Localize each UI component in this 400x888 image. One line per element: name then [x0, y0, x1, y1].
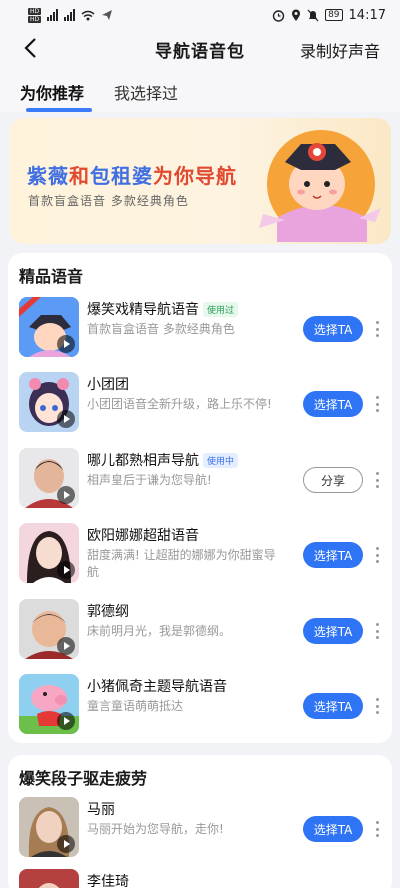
- voice-description: 童言童语萌萌抵达: [87, 699, 184, 713]
- voice-thumbnail: [19, 674, 79, 734]
- list-item[interactable]: 小团团 小团团语音全新升级，路上乐不停! 选择TA: [19, 372, 381, 434]
- select-button[interactable]: 选择TA: [303, 693, 363, 719]
- voice-thumbnail: [19, 869, 79, 888]
- page-title: 导航语音包: [155, 41, 245, 62]
- voice-title: 小猪佩奇主题导航语音: [87, 679, 227, 695]
- voice-title: 欧阳娜娜超甜语音: [87, 528, 199, 544]
- voice-description: 床前明月光，我是郭德纲。: [87, 624, 232, 638]
- voice-description: 相声皇后于谦为您导航!: [87, 473, 212, 487]
- list-item[interactable]: 哪儿都熟相声导航 使用中 相声皇后于谦为您导航! 分享: [19, 448, 381, 510]
- voice-description: 小团团语音全新升级，路上乐不停!: [87, 397, 272, 411]
- status-badge: 使用过: [203, 301, 239, 317]
- more-options-icon[interactable]: [373, 319, 381, 339]
- select-button[interactable]: 选择TA: [303, 316, 363, 342]
- location-icon: [292, 9, 301, 21]
- share-button[interactable]: 分享: [303, 467, 363, 493]
- list-item[interactable]: 李佳琦: [19, 869, 381, 888]
- select-button[interactable]: 选择TA: [303, 391, 363, 417]
- signal-icon-2: [64, 9, 76, 21]
- voice-thumbnail: [19, 523, 79, 583]
- clock: 14:17: [348, 7, 386, 23]
- mute-bell-icon: [307, 9, 319, 21]
- play-icon[interactable]: [57, 637, 75, 655]
- select-button[interactable]: 选择TA: [303, 618, 363, 644]
- voice-title: 爆笑戏精导航语音: [87, 302, 199, 318]
- wifi-icon: [81, 10, 95, 20]
- list-item[interactable]: 小猪佩奇主题导航语音 童言童语萌萌抵达 选择TA: [19, 674, 381, 736]
- tab-history[interactable]: 我选择过: [114, 80, 178, 104]
- premium-voices-card: 精品语音 爆笑戏精导航语音 使用过 首款盲盒语音 多款经典角色 选择TA 小团团…: [8, 253, 392, 743]
- play-icon[interactable]: [57, 335, 75, 353]
- voice-description: 马丽开始为您导航，走你!: [87, 822, 224, 836]
- banner-character-illustration: [259, 130, 381, 242]
- play-icon[interactable]: [57, 486, 75, 504]
- section-title: 精品语音: [19, 267, 84, 286]
- banner-title: 紫薇和包租婆为你导航: [27, 164, 237, 188]
- alarm-icon: [272, 9, 285, 22]
- chevron-left-icon: [24, 38, 36, 58]
- tab-bar: 为你推荐 我选择过: [0, 68, 400, 112]
- voice-title: 小团团: [87, 377, 129, 393]
- more-options-icon[interactable]: [373, 819, 381, 839]
- status-badge: 使用中: [203, 452, 239, 468]
- telegram-icon: [102, 10, 113, 20]
- voice-thumbnail: [19, 599, 79, 659]
- voice-description: 首款盲盒语音 多款经典角色: [87, 322, 235, 336]
- promo-banner[interactable]: 紫薇和包租婆为你导航 首款盲盒语音 多款经典角色: [10, 118, 391, 244]
- nav-bar: 导航语音包 录制好声音: [0, 30, 400, 68]
- list-item[interactable]: 爆笑戏精导航语音 使用过 首款盲盒语音 多款经典角色 选择TA: [19, 297, 381, 359]
- section-title: 爆笑段子驱走疲劳: [19, 769, 148, 788]
- more-options-icon[interactable]: [373, 696, 381, 716]
- voice-thumbnail: [19, 448, 79, 508]
- voice-thumbnail: [19, 297, 79, 357]
- banner-subtitle: 首款盲盒语音 多款经典角色: [28, 194, 189, 208]
- status-bar: HD HD 89 14:17: [0, 0, 400, 30]
- comedy-voices-card: 爆笑段子驱走疲劳 马丽 马丽开始为您导航，走你! 选择TA 李佳琦: [8, 755, 392, 888]
- more-options-icon[interactable]: [373, 470, 381, 490]
- play-icon[interactable]: [57, 835, 75, 853]
- select-button[interactable]: 选择TA: [303, 542, 363, 568]
- tab-recommended[interactable]: 为你推荐: [20, 80, 93, 112]
- sim-indicator: HD HD: [28, 7, 42, 23]
- record-voice-button[interactable]: 录制好声音: [300, 38, 380, 62]
- voice-title: 郭德纲: [87, 604, 129, 620]
- voice-title: 哪儿都熟相声导航: [87, 453, 199, 469]
- back-button[interactable]: [18, 36, 42, 60]
- signal-icon: [47, 9, 59, 21]
- battery-indicator: 89: [325, 9, 343, 21]
- play-icon[interactable]: [57, 712, 75, 730]
- play-icon[interactable]: [57, 561, 75, 579]
- select-button[interactable]: 选择TA: [303, 816, 363, 842]
- voice-title: 李佳琦: [87, 874, 129, 888]
- more-options-icon[interactable]: [373, 545, 381, 565]
- more-options-icon[interactable]: [373, 621, 381, 641]
- list-item[interactable]: 马丽 马丽开始为您导航，走你! 选择TA: [19, 797, 381, 859]
- list-item[interactable]: 欧阳娜娜超甜语音 甜度满满! 让超甜的娜娜为你甜蜜导航 选择TA: [19, 523, 381, 585]
- more-options-icon[interactable]: [373, 394, 381, 414]
- play-icon[interactable]: [57, 410, 75, 428]
- voice-thumbnail: [19, 797, 79, 857]
- voice-description: 甜度满满! 让超甜的娜娜为你甜蜜导航: [87, 548, 276, 579]
- voice-title: 马丽: [87, 802, 115, 818]
- voice-thumbnail: [19, 372, 79, 432]
- list-item[interactable]: 郭德纲 床前明月光，我是郭德纲。 选择TA: [19, 599, 381, 661]
